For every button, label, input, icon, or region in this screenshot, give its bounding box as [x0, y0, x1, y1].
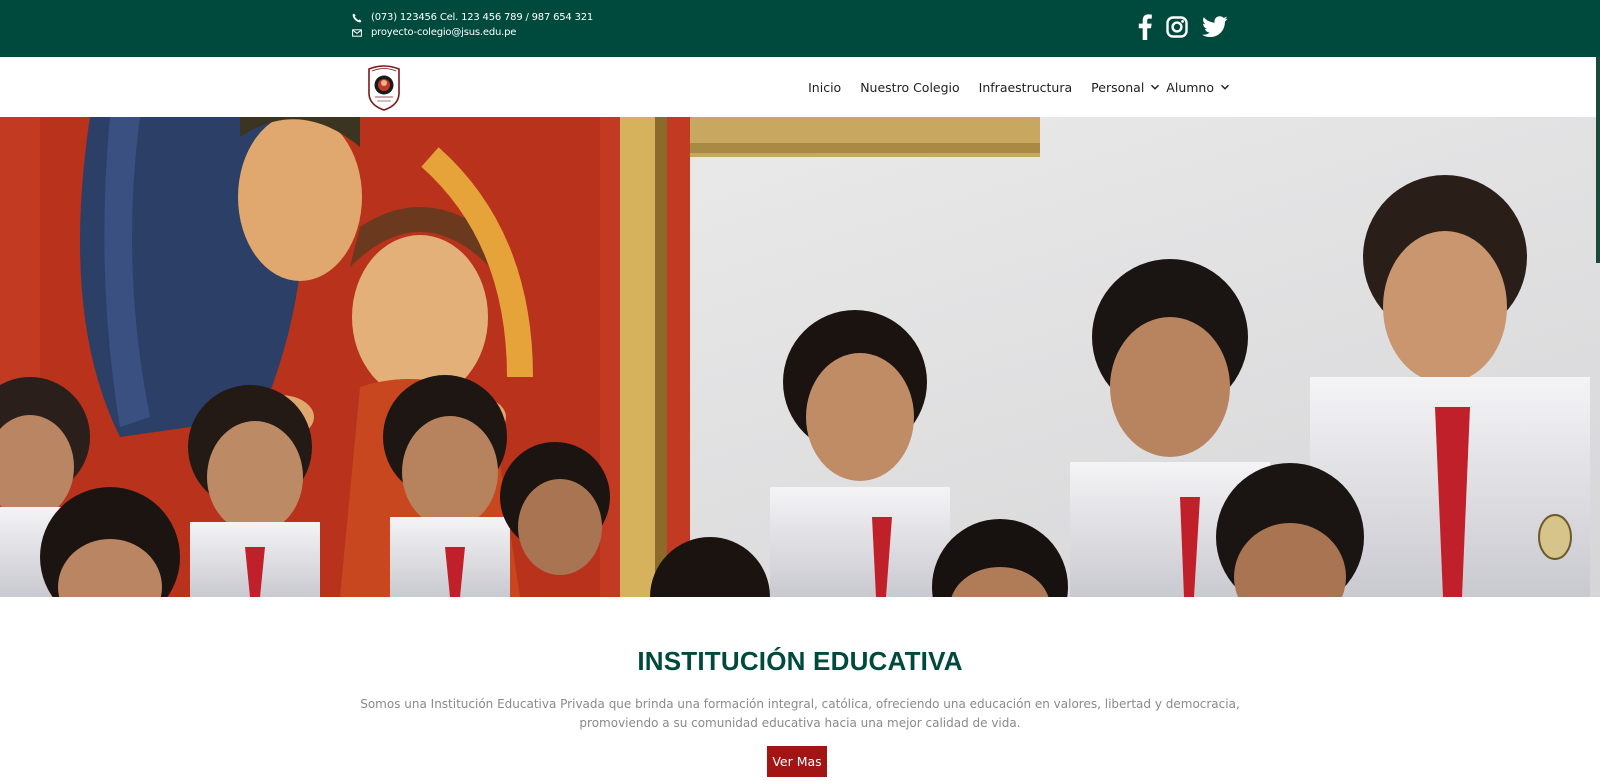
students-photo — [0, 117, 1600, 597]
school-crest-logo[interactable] — [366, 63, 402, 111]
nav-item-infraestructura[interactable]: Infraestructura — [979, 80, 1072, 95]
main-navbar: Inicio Nuestro Colegio Infraestructura P… — [0, 57, 1600, 117]
phone-row: (073) 123456 Cel. 123 456 789 / 987 654 … — [352, 10, 593, 25]
email-link[interactable]: proyecto-colegio@jsus.edu.pe — [371, 27, 516, 38]
instagram-icon[interactable] — [1166, 16, 1188, 38]
facebook-icon[interactable] — [1138, 14, 1152, 40]
nav-item-personal[interactable]: Personal — [1091, 80, 1160, 95]
main-menu: Inicio Nuestro Colegio Infraestructura P… — [789, 57, 1230, 117]
nav-item-inicio[interactable]: Inicio — [808, 80, 841, 95]
phone-text: (073) 123456 Cel. 123 456 789 / 987 654 … — [371, 12, 594, 23]
chevron-down-icon — [1220, 82, 1230, 92]
social-links — [1138, 14, 1242, 40]
ver-mas-button[interactable]: Ver Mas — [767, 746, 827, 777]
section-description: Somos una Institución Educativa Privada … — [360, 697, 1240, 730]
chevron-down-icon — [1150, 82, 1160, 92]
page-scrollbar[interactable] — [1596, 57, 1600, 263]
phone-icon — [352, 13, 362, 23]
twitter-icon[interactable] — [1202, 16, 1228, 38]
envelope-icon — [352, 28, 362, 38]
section-title: INSTITUCIÓN EDUCATIVA — [637, 646, 963, 676]
nav-item-nuestro-colegio[interactable]: Nuestro Colegio — [860, 80, 959, 95]
email-row[interactable]: proyecto-colegio@jsus.edu.pe — [352, 25, 593, 40]
top-contact-bar: (073) 123456 Cel. 123 456 789 / 987 654 … — [0, 0, 1600, 57]
contact-info: (073) 123456 Cel. 123 456 789 / 987 654 … — [352, 10, 593, 40]
hero-banner-image — [0, 117, 1600, 597]
nav-item-alumno[interactable]: Alumno — [1166, 80, 1230, 95]
intro-section: INSTITUCIÓN EDUCATIVA Somos una Instituc… — [0, 597, 1600, 781]
